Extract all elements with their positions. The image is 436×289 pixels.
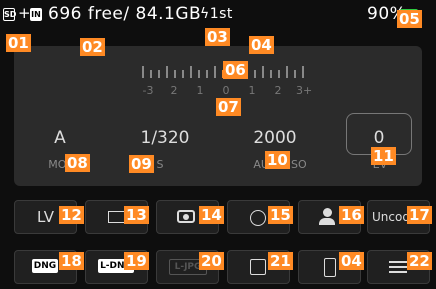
dng-icon: DNG (32, 259, 58, 273)
callout-badge: 07 (216, 98, 241, 116)
callout-badge: 13 (124, 206, 149, 224)
callout-badge: 01 (6, 34, 31, 52)
callout-badge: 18 (59, 252, 84, 270)
sd-card-icon: SD (3, 8, 17, 21)
callout-badge: 20 (199, 252, 224, 270)
scale-label: 0 (222, 84, 230, 97)
callout-badge: 14 (199, 206, 224, 224)
callout-badge: 19 (124, 252, 149, 270)
internal-memory-icon: IN (30, 8, 42, 21)
callout-badge: 03 (205, 28, 230, 46)
ev-value[interactable]: 0 (346, 128, 412, 148)
scale-label: 2 (274, 84, 282, 97)
frame-icon (108, 211, 125, 223)
plus-sign: + (18, 4, 31, 22)
callout-badge: 10 (265, 151, 290, 169)
stabilization-icon (250, 210, 266, 226)
callout-badge: 16 (339, 206, 364, 224)
metering-icon (177, 210, 195, 223)
callout-badge: 08 (65, 154, 90, 172)
flash-icon: ϟ1st (200, 6, 233, 22)
user-profile-icon-body (319, 218, 335, 225)
shutter-value[interactable]: 1/320 (130, 128, 200, 148)
callout-badge: 15 (268, 206, 293, 224)
reset-icon (250, 259, 266, 275)
scale-label: -3 (142, 84, 154, 97)
iso-value[interactable]: 2000 (240, 128, 310, 148)
storage-info: 696 free/ 84.1GB (48, 4, 202, 24)
callout-badge: 05 (397, 10, 422, 28)
scale-label: 3+ (296, 84, 313, 97)
callout-badge: 12 (59, 206, 84, 224)
callout-badge: 04 (249, 36, 274, 54)
callout-badge: 04 (339, 252, 364, 270)
callout-badge: 09 (129, 155, 154, 173)
callout-badge: 02 (80, 38, 105, 56)
scale-label: 2 (170, 84, 178, 97)
callout-badge: 11 (371, 147, 396, 165)
callout-badge: 21 (268, 252, 293, 270)
phone-connect-icon (324, 258, 336, 277)
callout-badge: 22 (407, 252, 432, 270)
callout-badge: 17 (407, 206, 432, 224)
menu-icon (389, 261, 407, 273)
user-profile-icon (323, 208, 332, 217)
mode-value[interactable]: A (40, 128, 80, 148)
callout-badge: 06 (223, 61, 248, 79)
scale-label: 1 (196, 84, 204, 97)
scale-label: 1 (248, 84, 256, 97)
